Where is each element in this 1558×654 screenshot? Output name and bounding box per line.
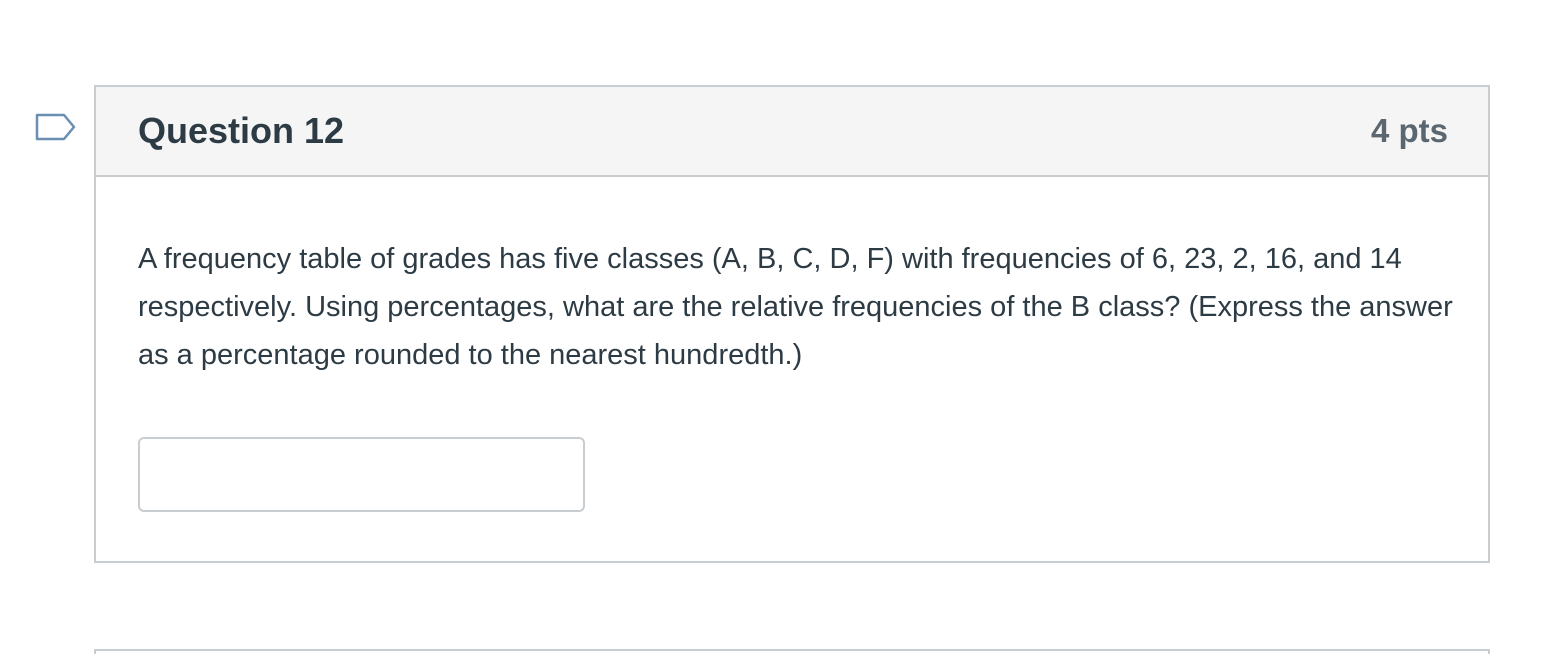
next-question-card	[94, 649, 1490, 654]
question-text: A frequency table of grades has five cla…	[138, 243, 1453, 371]
quiz-page: Question 12 4 pts A frequency table of g…	[0, 0, 1558, 654]
question-body: A frequency table of grades has five cla…	[96, 177, 1488, 512]
question-title: Question 12	[138, 110, 345, 151]
answer-input[interactable]	[138, 437, 585, 512]
question-card: Question 12 4 pts A frequency table of g…	[94, 85, 1490, 563]
bookmark-flag-icon	[35, 113, 76, 141]
question-header: Question 12 4 pts	[96, 87, 1488, 177]
flag-question-icon[interactable]	[34, 112, 78, 148]
question-points: 4 pts	[1370, 112, 1448, 149]
